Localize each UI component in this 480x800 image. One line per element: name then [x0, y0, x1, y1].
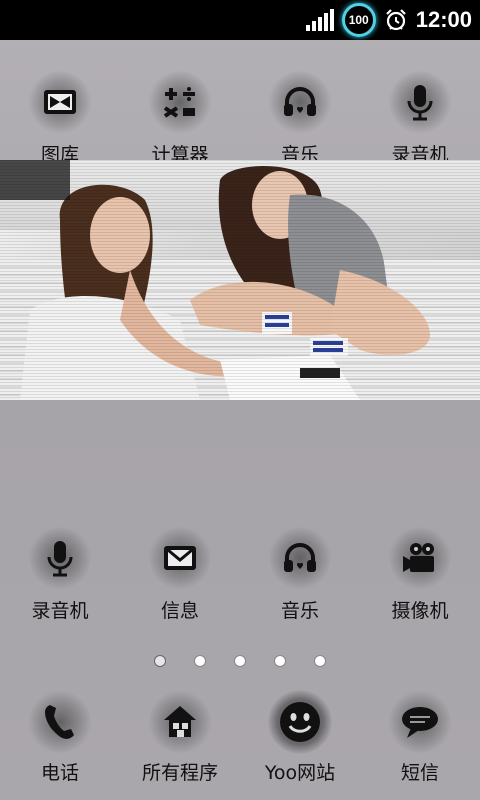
status-bar: 100 12:00: [0, 0, 480, 40]
envelope-icon: [148, 526, 212, 590]
app-label: 电话: [40, 762, 79, 784]
battery-level: 100: [348, 13, 369, 27]
app-calculator[interactable]: 计算器: [120, 70, 240, 167]
app-label: 摄像机: [391, 600, 449, 622]
app-music[interactable]: 音乐: [240, 526, 360, 623]
phone-icon: [28, 690, 92, 754]
smiley-icon: [268, 690, 332, 754]
headphones-icon: [268, 526, 332, 590]
microphone-icon: [388, 70, 452, 134]
gallery-icon: [28, 70, 92, 134]
page-dot[interactable]: [314, 655, 326, 667]
alarm-icon: [385, 9, 406, 31]
app-messages[interactable]: 信息: [120, 526, 240, 623]
dock-phone[interactable]: 电话: [0, 690, 120, 785]
app-label: 录音机: [31, 600, 89, 622]
calculator-icon: [148, 70, 212, 134]
app-camcorder[interactable]: 摄像机: [360, 526, 480, 623]
app-label: 音乐: [280, 600, 319, 622]
app-label: 所有程序: [141, 762, 218, 784]
dock: 电话 所有程序 Yoo网站 短信: [0, 690, 480, 785]
dock-sms[interactable]: 短信: [360, 690, 480, 785]
app-label: 短信: [400, 762, 439, 784]
battery-icon: 100: [341, 3, 376, 37]
app-music[interactable]: 音乐: [240, 70, 360, 167]
dock-yoo-website[interactable]: Yoo网站: [240, 690, 360, 785]
app-recorder[interactable]: 录音机: [360, 70, 480, 167]
page-dot[interactable]: [234, 655, 246, 667]
app-row-top: 图库 计算器 音乐 录音机: [0, 70, 480, 167]
video-camera-icon: [388, 526, 452, 590]
page-dot[interactable]: [154, 655, 166, 667]
signal-icon: [305, 9, 334, 31]
photo-widget[interactable]: [0, 160, 480, 400]
status-bar-right: 100 12:00: [305, 0, 472, 40]
page-indicator: [0, 655, 480, 669]
home-icon: [148, 690, 212, 754]
app-label: Yoo网站: [264, 762, 336, 784]
dock-all-apps[interactable]: 所有程序: [120, 690, 240, 785]
app-gallery[interactable]: 图库: [0, 70, 120, 167]
page-dot[interactable]: [274, 655, 286, 667]
page-dot[interactable]: [194, 655, 206, 667]
app-label: 信息: [160, 600, 199, 622]
speech-bubble-icon: [388, 690, 452, 754]
app-recorder[interactable]: 录音机: [0, 526, 120, 623]
app-row-bottom: 录音机 信息 音乐 摄像机: [0, 526, 480, 623]
microphone-icon: [28, 526, 92, 590]
headphones-icon: [268, 70, 332, 134]
clock-time: 12:00: [415, 7, 472, 32]
